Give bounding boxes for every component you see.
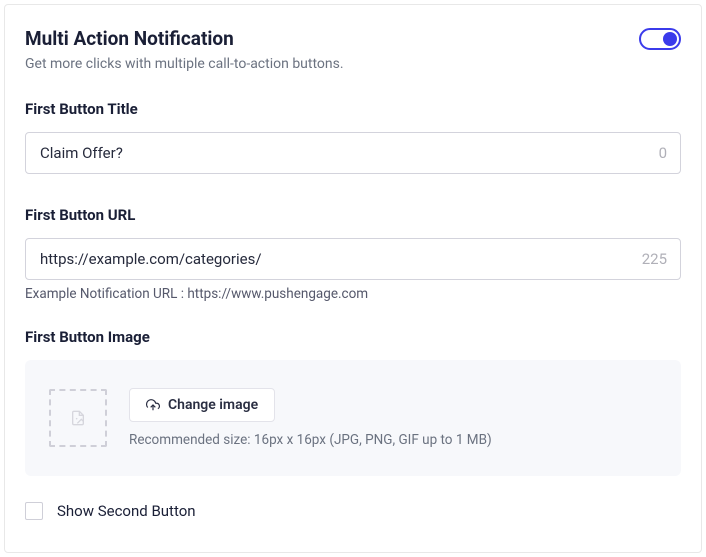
first-button-title-wrap: 0 bbox=[25, 132, 681, 174]
first-button-image-label: First Button Image bbox=[25, 328, 681, 346]
first-button-url-input[interactable] bbox=[25, 238, 681, 280]
panel-subtitle: Get more clicks with multiple call-to-ac… bbox=[25, 56, 681, 72]
panel-header: Multi Action Notification bbox=[25, 27, 681, 50]
image-upload-box: Change image Recommended size: 16px x 16… bbox=[25, 360, 681, 476]
first-button-title-input[interactable] bbox=[25, 132, 681, 174]
change-image-label: Change image bbox=[168, 397, 258, 413]
show-second-button-checkbox[interactable] bbox=[25, 502, 43, 520]
show-second-button-label: Show Second Button bbox=[57, 502, 196, 520]
first-button-url-hint: Example Notification URL : https://www.p… bbox=[25, 286, 681, 302]
first-button-title-label: First Button Title bbox=[25, 100, 681, 118]
first-button-url-label: First Button URL bbox=[25, 206, 681, 224]
multi-action-panel: Multi Action Notification Get more click… bbox=[4, 4, 702, 553]
image-recommended-text: Recommended size: 16px x 16px (JPG, PNG,… bbox=[129, 432, 657, 448]
upload-cloud-icon bbox=[146, 398, 160, 412]
show-second-button-row: Show Second Button bbox=[25, 502, 681, 520]
enable-toggle[interactable] bbox=[639, 28, 681, 50]
first-button-url-wrap: 225 bbox=[25, 238, 681, 280]
image-placeholder[interactable] bbox=[49, 389, 107, 447]
toggle-knob bbox=[663, 32, 677, 46]
first-button-url-counter: 225 bbox=[642, 250, 667, 268]
panel-title: Multi Action Notification bbox=[25, 27, 234, 50]
file-image-icon bbox=[70, 410, 86, 426]
image-right-col: Change image Recommended size: 16px x 16… bbox=[129, 388, 657, 448]
first-button-title-counter: 0 bbox=[659, 144, 667, 162]
change-image-button[interactable]: Change image bbox=[129, 388, 275, 422]
